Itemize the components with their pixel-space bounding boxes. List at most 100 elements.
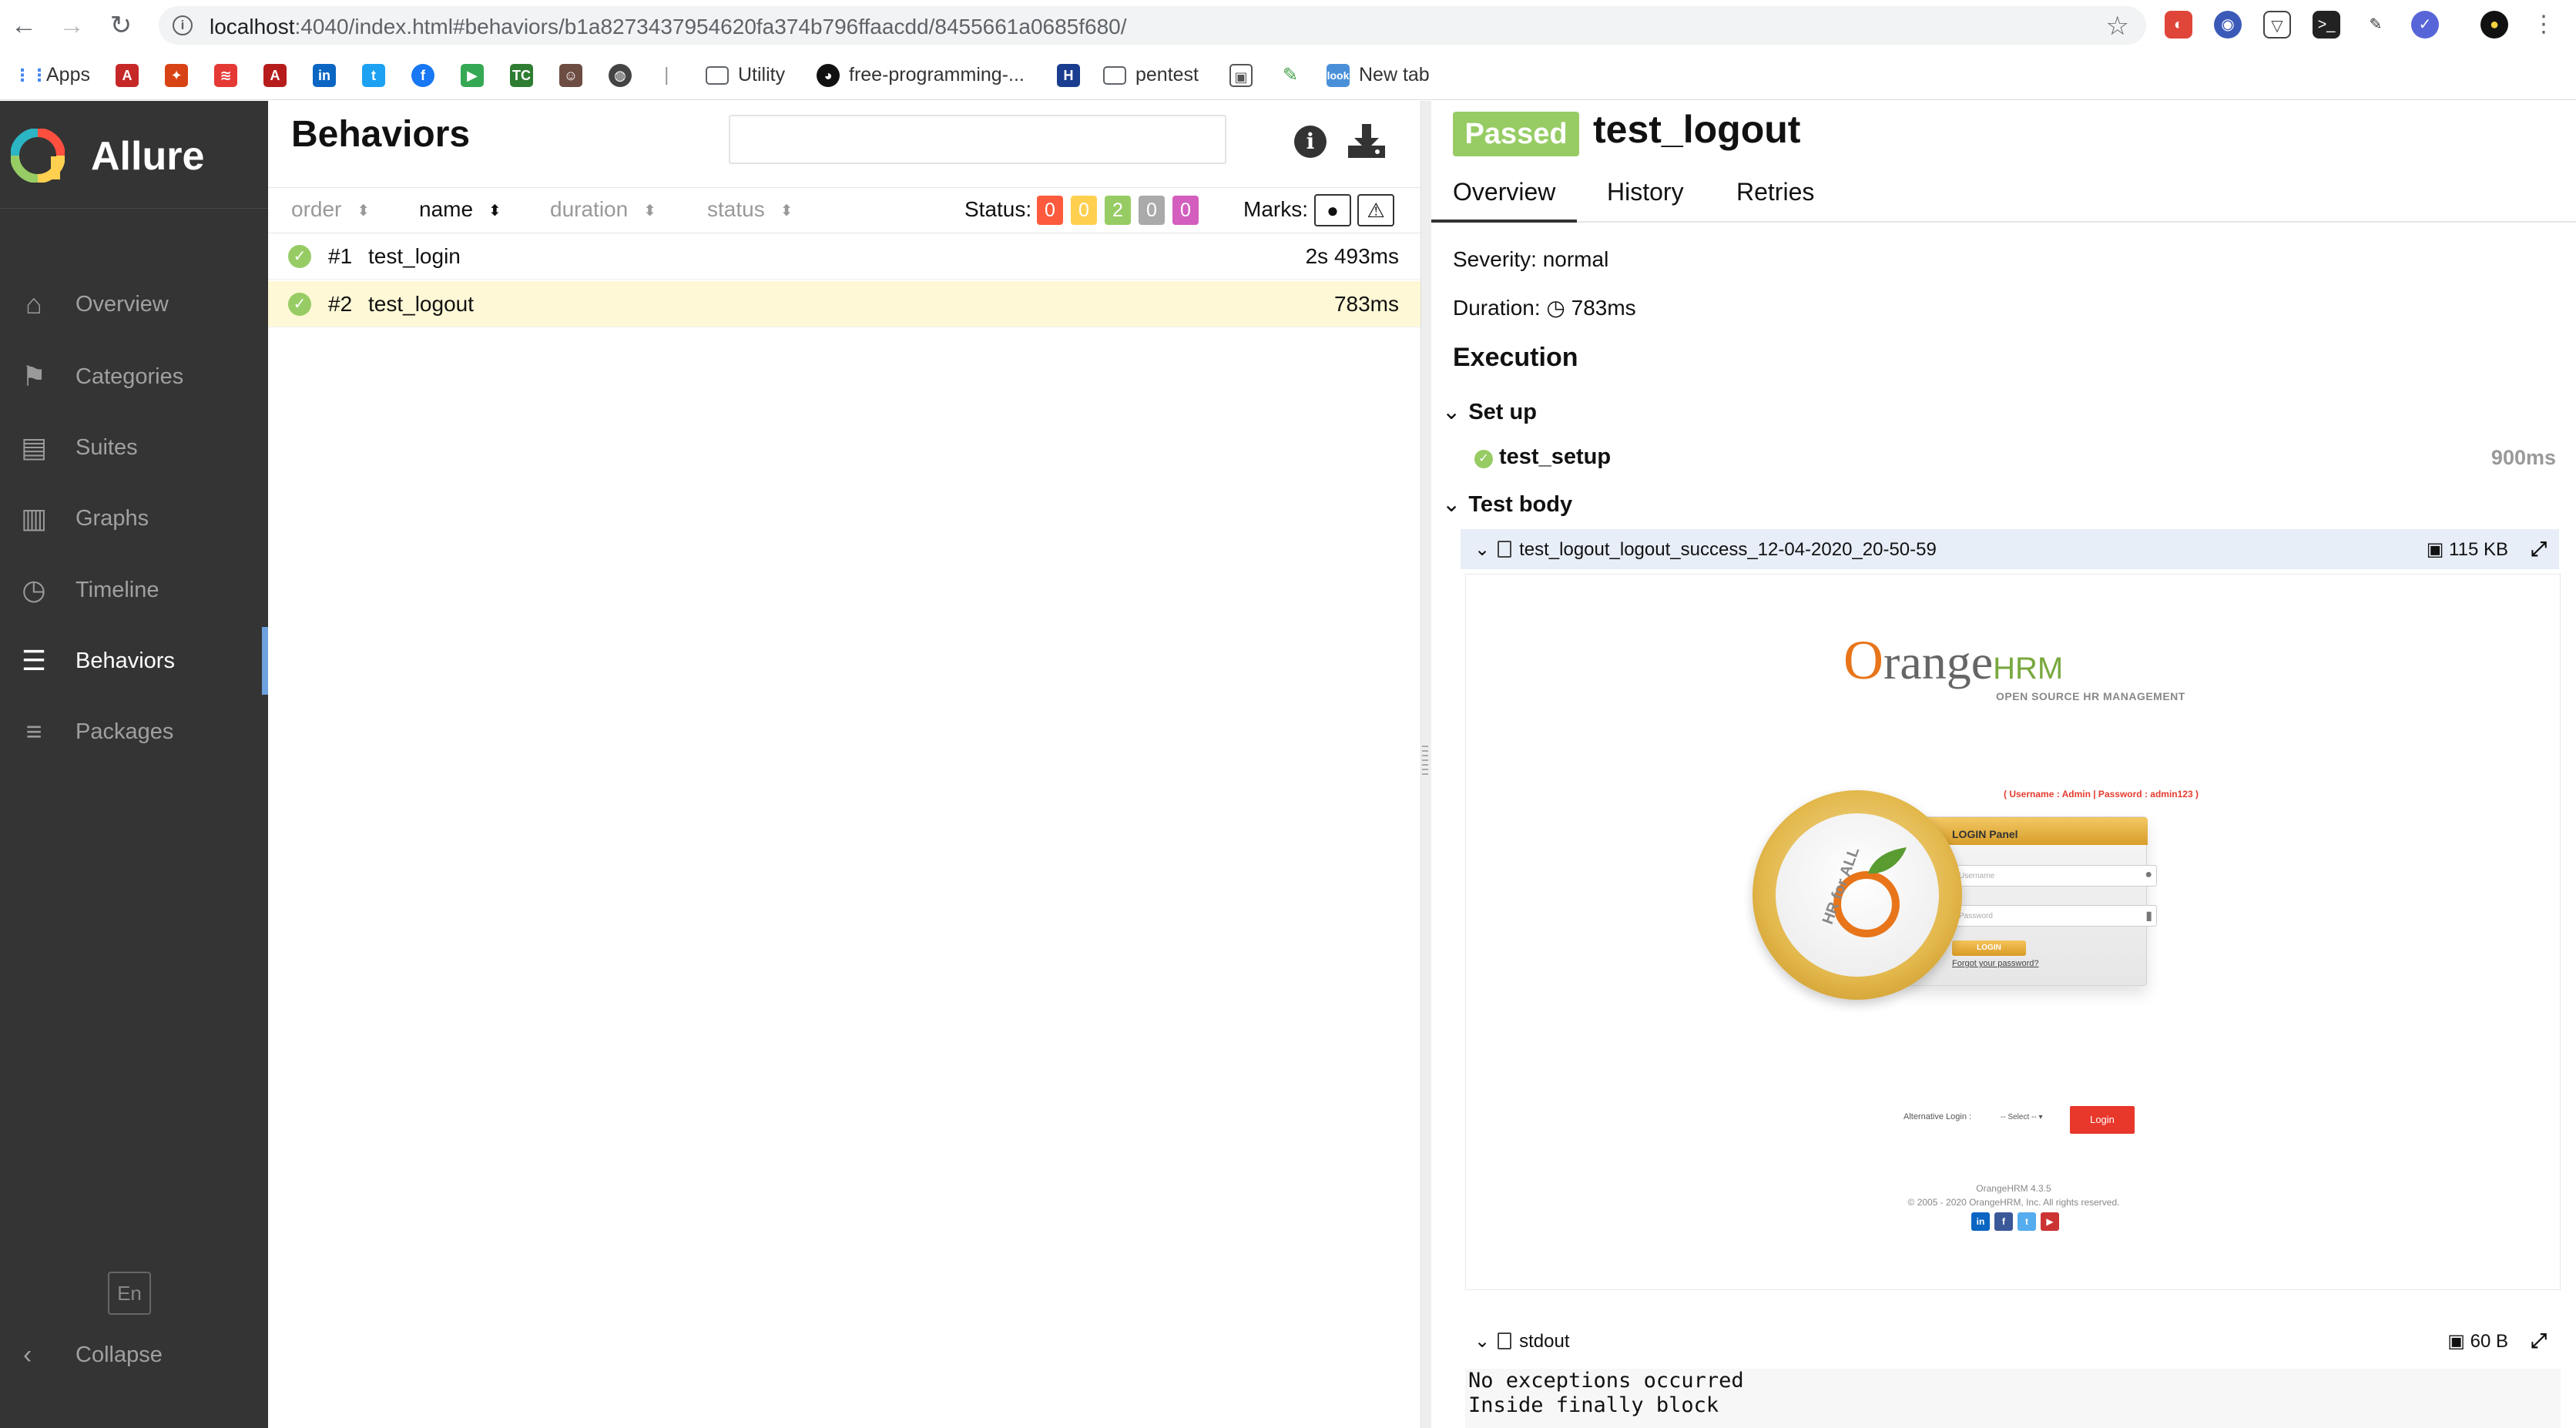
alt-login-label: Alternative Login : — [1903, 1112, 1972, 1121]
flaky-bomb-icon[interactable]: ● — [1314, 194, 1351, 226]
bookmark-apps[interactable]: ⋮⋮Apps — [14, 62, 90, 88]
logo-hrm: HRM — [1993, 652, 2064, 686]
stdout-line: Inside finally block — [1468, 1393, 1719, 1417]
sidebar-item-packages[interactable]: ≡ Packages — [0, 698, 268, 766]
status-skipped-badge[interactable]: 0 — [1139, 196, 1165, 225]
sidebar-item-categories[interactable]: ⚑ Categories — [0, 343, 268, 411]
facebook-icon[interactable]: f — [411, 64, 434, 87]
expand-icon[interactable]: ⤢ — [2531, 1329, 2547, 1353]
site-info-icon[interactable]: i — [173, 15, 193, 35]
reload-icon[interactable]: ↻ — [103, 8, 139, 43]
sort-order[interactable]: order ⬍ — [291, 197, 370, 222]
brand[interactable]: Allure — [0, 101, 268, 209]
hr-for-all-medallion: HR for ALL — [1753, 790, 1962, 1000]
profile-avatar[interactable]: ● — [2480, 11, 2508, 39]
table-row[interactable]: ✓ #1 test_login 2s 493ms — [268, 233, 1420, 280]
detail-tabs: Overview History Retries — [1431, 172, 2576, 223]
severity: Severity: normal — [1453, 247, 1609, 271]
google-play-icon[interactable]: ▶ — [461, 64, 484, 87]
bookmark-apps-label: Apps — [46, 64, 90, 85]
passed-check-icon: ✓ — [288, 245, 311, 268]
avatar-bookmark-icon[interactable]: ☺ — [559, 64, 582, 87]
bookmark-a-icon[interactable]: A — [116, 64, 139, 87]
bookmark-new-tab[interactable]: look New tab — [1327, 62, 1430, 88]
download-icon[interactable] — [1347, 122, 1387, 159]
sort-arrows-icon: ⬍ — [357, 202, 371, 220]
bookmark-free-programming[interactable]: ◕ free-programming-... — [817, 62, 1025, 88]
test-body-heading: Test body — [1468, 492, 1573, 517]
bookmark-bank-icon[interactable]: ≋ — [214, 64, 237, 87]
page-title: Behaviors — [291, 114, 471, 155]
terminal-icon[interactable]: >_ — [2313, 11, 2340, 39]
status-filter-label: Status: — [964, 197, 1032, 221]
bar-chart-icon: ▥ — [20, 502, 47, 534]
globe-icon[interactable]: ◍ — [609, 64, 632, 87]
menu-kebab-icon[interactable]: ⋮ — [2530, 11, 2558, 39]
sort-status[interactable]: status ⬍ — [707, 197, 793, 222]
extension-icon-2[interactable]: ◉ — [2214, 11, 2242, 39]
status-unknown-badge[interactable]: 0 — [1172, 196, 1199, 225]
bookmark-a2-icon[interactable]: A — [263, 64, 287, 87]
table-row[interactable]: ✓ #2 test_logout 783ms — [268, 281, 1420, 327]
bookmark-h-icon[interactable]: H — [1057, 64, 1080, 87]
sidebar: Allure ⌂ Overview ⚑ Categories ▤ Suites … — [0, 101, 268, 1428]
sidebar-item-timeline[interactable]: ◷ Timeline — [0, 556, 268, 624]
status-broken-badge[interactable]: 0 — [1071, 196, 1097, 225]
tab-history[interactable]: History — [1607, 178, 1684, 206]
collapse-button[interactable]: ‹ Collapse — [0, 1327, 268, 1383]
language-switch-button[interactable]: En — [108, 1272, 151, 1315]
attachment-title: ⌄ stdout — [1474, 1330, 1570, 1353]
info-icon[interactable]: i — [1294, 126, 1327, 158]
sidebar-item-graphs[interactable]: ▥ Graphs — [0, 484, 268, 552]
bookmark-utility[interactable]: Utility — [706, 62, 785, 88]
sidebar-item-suites[interactable]: ▤ Suites — [0, 414, 268, 481]
check-extension-icon[interactable]: ✓ — [2411, 11, 2439, 39]
attachment-screenshot[interactable]: ⌄ test_logout_logout_success_12-04-2020_2… — [1461, 529, 2559, 569]
list-toolbar: order ⬍ name ⬍ duration ⬍ status ⬍ Status: 0… — [268, 187, 1420, 233]
bookmark-star-icon[interactable]: ☆ — [2106, 11, 2129, 42]
tc-icon[interactable]: TC — [510, 64, 533, 87]
linkedin-icon: in — [1971, 1212, 1990, 1231]
setup-step-name: test_setup — [1499, 444, 1612, 469]
back-arrow-icon[interactable]: ← — [6, 8, 42, 43]
warning-icon[interactable]: ⚠ — [1357, 194, 1394, 226]
bookmark-doc-icon[interactable]: ▣ — [1229, 64, 1253, 87]
text-file-icon — [1498, 1332, 1512, 1349]
folder-icon — [706, 66, 729, 85]
bookmark-feather-icon[interactable]: ✎ — [1279, 64, 1302, 87]
tab-retries[interactable]: Retries — [1736, 178, 1814, 206]
sort-status-label: status — [707, 197, 765, 221]
tab-overview[interactable]: Overview — [1431, 178, 1578, 223]
search-input[interactable] — [729, 115, 1226, 164]
sidebar-item-behaviors[interactable]: ☰ Behaviors — [0, 627, 268, 695]
attachment-stdout[interactable]: ⌄ stdout ▣ 60 B ⤢ — [1461, 1321, 2559, 1361]
test-body-toggle[interactable]: ⌄ Test body — [1442, 491, 1572, 518]
status-failed-badge[interactable]: 0 — [1037, 196, 1063, 225]
sort-duration[interactable]: duration ⬍ — [550, 197, 656, 222]
setup-step[interactable]: ✓ test_setup — [1474, 444, 1611, 470]
github-icon: ◕ — [817, 64, 840, 88]
orangehrm-copyright: © 2005 - 2020 OrangeHRM, Inc. All rights… — [1907, 1197, 2120, 1208]
browser-toolbar: ← → ↻ i localhost:4040/index.html#behavi… — [0, 0, 2576, 51]
forward-arrow-icon[interactable]: → — [54, 8, 89, 43]
setup-section-toggle[interactable]: ⌄ Set up — [1442, 398, 1537, 425]
linkedin-icon[interactable]: in — [313, 64, 336, 87]
splitter-grip-icon[interactable] — [1422, 742, 1430, 793]
url-host: localhost — [210, 15, 295, 39]
url-text[interactable]: localhost:4040/index.html#behaviors/b1a8… — [210, 15, 1127, 39]
facebook-icon: f — [1994, 1212, 2013, 1231]
sort-name[interactable]: name ⬍ — [419, 197, 501, 222]
logo-range: range — [1883, 635, 1994, 689]
address-bar[interactable]: i localhost:4040/index.html#behaviors/b1… — [159, 6, 2146, 45]
sidebar-item-overview[interactable]: ⌂ Overview — [0, 270, 268, 338]
twitter-icon[interactable]: t — [362, 64, 385, 87]
bookmark-new-tab-label: New tab — [1359, 64, 1430, 85]
pen-icon[interactable]: ✎ — [2362, 11, 2390, 39]
status-passed-badge[interactable]: 2 — [1105, 196, 1131, 225]
bookmark-flame-icon[interactable]: ✦ — [165, 64, 188, 87]
expand-icon[interactable]: ⤢ — [2531, 537, 2547, 561]
bookmark-pentest[interactable]: pentest — [1103, 62, 1199, 88]
pocket-icon[interactable]: ▽ — [2263, 11, 2291, 39]
extension-icon-1[interactable]: ◐ — [2165, 11, 2192, 39]
credentials-hint: ( Username : Admin | Password : admin123… — [2004, 789, 2199, 799]
